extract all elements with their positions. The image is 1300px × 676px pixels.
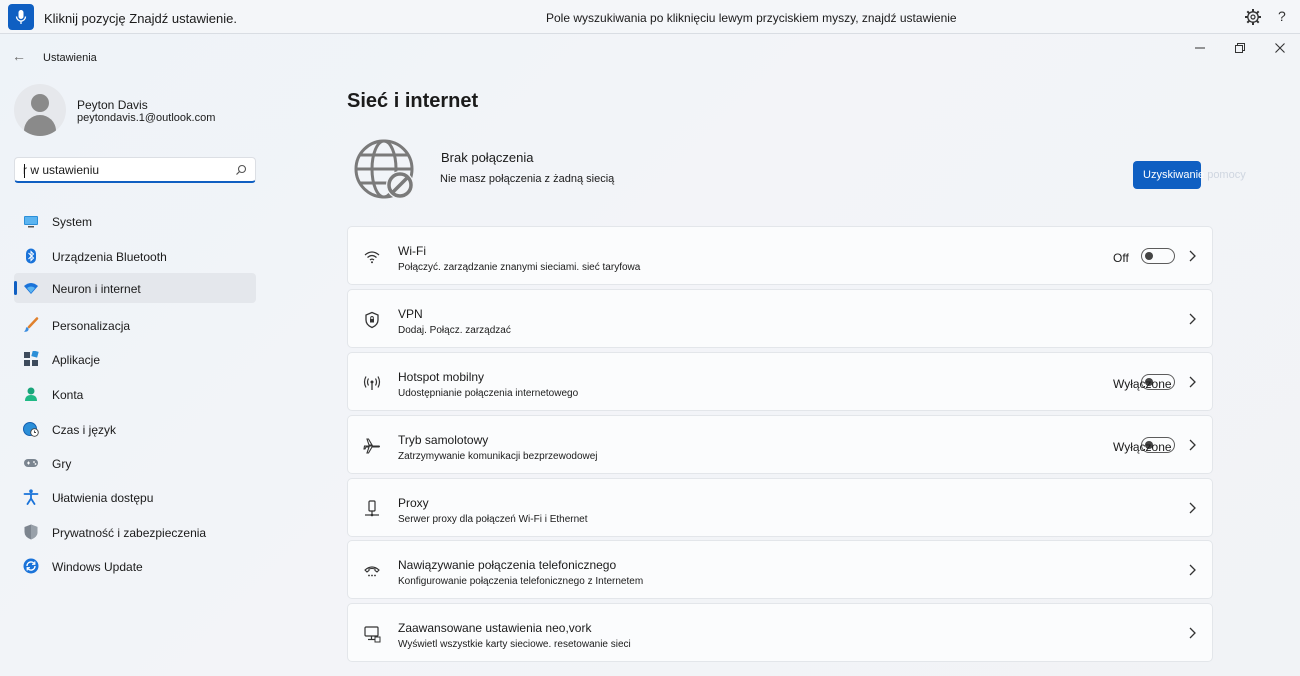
card-proxy[interactable]: Proxy Serwer proxy dla połączeń Wi-Fi i … [347, 478, 1213, 537]
gamepad-icon [24, 459, 38, 467]
vpn-shield-icon [365, 311, 379, 329]
get-help-label-tail: pomocy [1204, 169, 1246, 181]
sidebar-item-privacy[interactable]: Prywatność i zabezpieczenia [14, 517, 256, 547]
wifi-icon [364, 251, 380, 264]
page-title: Sieć i internet [347, 90, 479, 112]
monitor-icon [24, 216, 38, 228]
chevron-right-icon[interactable] [1186, 249, 1198, 263]
card-advanced-network[interactable]: Zaawansowane ustawienia neo,vork Wyświet… [347, 603, 1213, 662]
search-box[interactable] [14, 157, 256, 183]
card-title: Hotspot mobilny [398, 370, 485, 384]
network-monitor-icon [364, 626, 381, 643]
card-subtitle: Wyświetl wszystkie karty sieciowe. reset… [398, 639, 631, 650]
card-subtitle: Udostępnianie połączenia internetowego [398, 388, 579, 399]
sidebar-item-accounts[interactable]: Konta [14, 379, 256, 409]
connection-status-subtitle: Nie masz połączenia z żadną siecią [440, 173, 615, 185]
brush-icon [24, 317, 39, 332]
get-help-label: Uzyskiwanie [1143, 169, 1205, 181]
help-icon[interactable]: ? [1278, 8, 1286, 24]
wifi-icon [24, 283, 38, 294]
gear-icon[interactable] [1244, 8, 1262, 26]
dialup-icon [364, 566, 380, 577]
update-icon [23, 558, 39, 574]
card-title: Proxy [398, 496, 429, 510]
card-subtitle: Konfigurowanie połączenia telefonicznego… [398, 576, 644, 587]
card-vpn[interactable]: VPN Dodaj. Połącz. zarządzać [347, 289, 1213, 348]
close-icon [1275, 43, 1285, 53]
card-airplane-mode[interactable]: Tryb samolotowy Zatrzymywanie komunikacj… [347, 415, 1213, 474]
sidebar-item-accessibility[interactable]: Ułatwienia dostępu [14, 482, 256, 512]
search-input[interactable] [23, 162, 223, 178]
chevron-right-icon[interactable] [1186, 563, 1198, 577]
sidebar-item-system[interactable]: System [14, 206, 256, 236]
card-dial-up[interactable]: Nawiązywanie połączenia telefonicznego K… [347, 540, 1213, 599]
hotspot-icon [363, 376, 381, 390]
minimize-icon [1195, 47, 1205, 49]
user-email: peytondavis.1@outlook.com [77, 112, 216, 124]
active-indicator [14, 281, 17, 295]
get-help-button[interactable]: Uzyskiwanie pomocy [1133, 161, 1246, 189]
user-name: Peyton Davis [77, 98, 148, 112]
sidebar-item-gaming[interactable]: Gry [14, 448, 256, 478]
connection-status-title: Brak połączenia [441, 150, 534, 165]
accessibility-icon [23, 489, 39, 505]
chevron-right-icon[interactable] [1186, 312, 1198, 326]
microphone-button[interactable] [8, 4, 34, 30]
card-subtitle: Połączyć. zarządzanie znanymi sieciami. … [398, 262, 641, 273]
chevron-right-icon[interactable] [1186, 375, 1198, 389]
airplane-icon [363, 438, 381, 454]
bluetooth-icon [26, 248, 36, 264]
back-arrow-icon[interactable]: ← [12, 48, 26, 64]
card-title: Tryb samolotowy [398, 433, 489, 447]
restore-button[interactable] [1230, 40, 1250, 56]
sidebar-item-personalization[interactable]: Personalizacja [14, 310, 256, 340]
wifi-toggle[interactable] [1141, 248, 1175, 264]
toggle-state-label: Wyłączone [1113, 440, 1172, 454]
card-title: VPN [398, 307, 423, 321]
card-mobile-hotspot[interactable]: Hotspot mobilny Udostępnianie połączenia… [347, 352, 1213, 411]
app-title: Ustawienia [43, 52, 97, 64]
card-subtitle: Zatrzymywanie komunikacji bezprzewodowej [398, 451, 598, 462]
shield-icon [24, 524, 38, 540]
card-subtitle: Dodaj. Połącz. zarządzać [398, 325, 511, 336]
sidebar-item-apps[interactable]: Aplikacje [14, 344, 256, 374]
avatar[interactable] [14, 84, 66, 136]
proxy-icon [365, 500, 379, 517]
globe-no-connection-icon [354, 139, 414, 199]
minimize-button[interactable] [1190, 40, 1210, 56]
search-icon[interactable] [235, 164, 247, 176]
chevron-right-icon[interactable] [1186, 438, 1198, 452]
sidebar-item-windows-update[interactable]: Windows Update [14, 551, 256, 581]
toggle-state-label: Wyłączone [1113, 377, 1172, 391]
globe-clock-icon [23, 422, 39, 437]
apps-icon [24, 351, 39, 366]
card-wifi[interactable]: Wi-Fi Połączyć. zarządzanie znanymi siec… [347, 226, 1213, 285]
chevron-right-icon[interactable] [1186, 501, 1198, 515]
restore-icon [1235, 43, 1245, 53]
text-caret [24, 164, 25, 178]
voice-message: Kliknij pozycję Znajdź ustawienie. [44, 11, 237, 26]
card-title: Zaawansowane ustawienia neo,vork [398, 621, 592, 635]
chevron-right-icon[interactable] [1186, 626, 1198, 640]
sidebar-item-time-language[interactable]: Czas i język [14, 414, 256, 444]
card-title: Nawiązywanie połączenia telefonicznego [398, 558, 617, 572]
sidebar-item-network[interactable]: Neuron i internet [14, 273, 256, 303]
person-icon [25, 387, 37, 401]
voice-hint: Pole wyszukiwania po kliknięciu lewym pr… [546, 11, 957, 25]
card-title: Wi-Fi [398, 244, 426, 258]
close-button[interactable] [1270, 40, 1290, 56]
voice-access-bar: Kliknij pozycję Znajdź ustawienie. Pole … [0, 0, 1300, 34]
microphone-icon [15, 10, 27, 24]
sidebar-item-bluetooth[interactable]: Urządzenia Bluetooth [14, 241, 256, 271]
toggle-state-label: Off [1113, 251, 1129, 265]
card-subtitle: Serwer proxy dla połączeń Wi-Fi i Ethern… [398, 514, 588, 525]
